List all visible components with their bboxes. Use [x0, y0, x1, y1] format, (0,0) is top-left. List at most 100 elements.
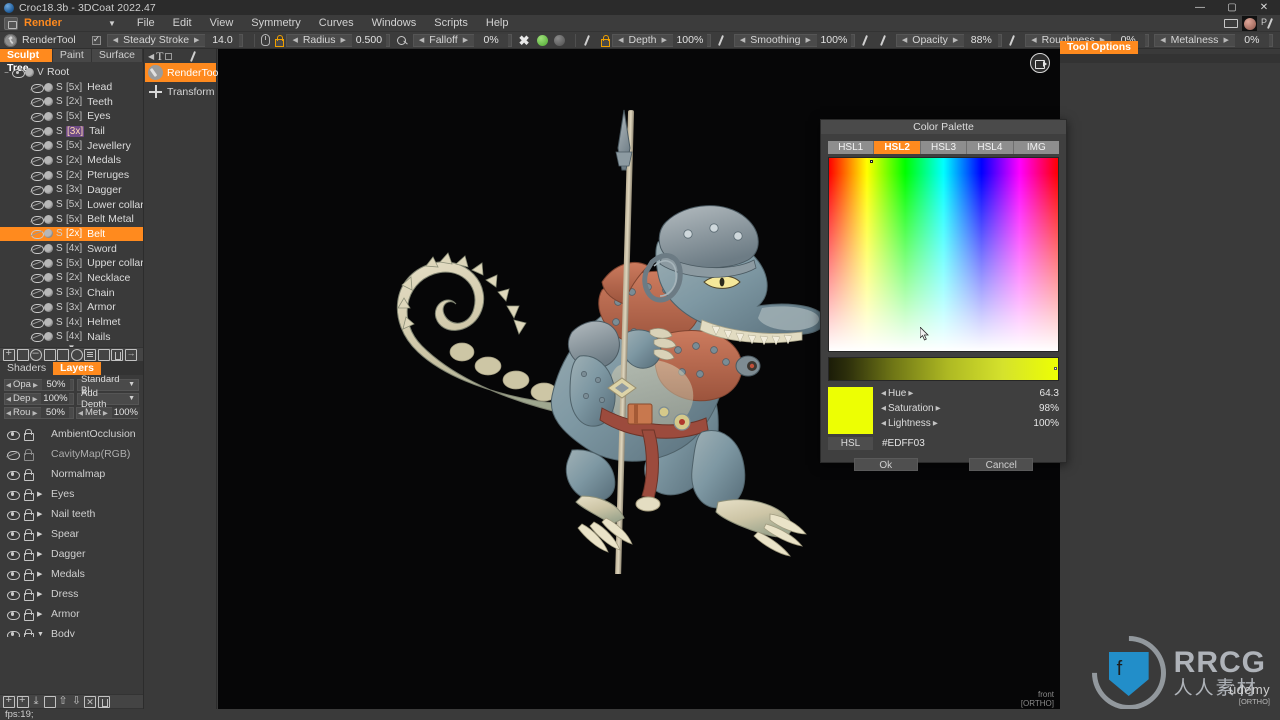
tree-row[interactable]: S [3x] Tail	[0, 124, 143, 139]
lock-icon[interactable]	[23, 449, 32, 460]
chevron-down-icon[interactable]: ▼	[128, 381, 135, 388]
list-item[interactable]: ▶ Medals	[0, 564, 143, 584]
shader-dot-icon[interactable]	[44, 273, 53, 282]
add-folder-icon[interactable]	[17, 696, 29, 708]
tab-hsl3[interactable]: HSL3	[921, 141, 967, 154]
tree-row[interactable]: S [3x] Chain	[0, 285, 143, 300]
shader-dot-icon[interactable]	[44, 229, 53, 238]
list-item[interactable]: ▼ Body	[0, 624, 143, 637]
shader-dot-icon[interactable]	[44, 171, 53, 180]
current-tool-indicator[interactable]: RenderTool	[0, 34, 92, 47]
expand-arrow-icon[interactable]: ▶	[37, 570, 47, 578]
hue-left-arrow-icon[interactable]: ◀	[879, 389, 888, 397]
lock-icon[interactable]	[23, 469, 32, 480]
steady-stroke-checkbox[interactable]	[92, 36, 101, 45]
depth-right-arrow-icon[interactable]: ▶	[31, 395, 38, 403]
visibility-eye-icon[interactable]	[6, 469, 19, 479]
shader-dot-icon[interactable]	[44, 112, 53, 121]
menu-item-windows[interactable]: Windows	[363, 15, 426, 32]
tool-item-rendertool[interactable]: RenderTool	[145, 63, 216, 82]
delete-layer-icon[interactable]	[98, 696, 110, 708]
menu-item-symmetry[interactable]: Symmetry	[242, 15, 310, 32]
expand-arrow-icon[interactable]: ▶	[37, 530, 47, 538]
opacity-right-arrow-icon[interactable]: ▶	[32, 381, 39, 389]
layer-opacity-slider[interactable]: ◀ Opa ▶ 50%	[4, 379, 74, 391]
slider-left-arrow-icon[interactable]: ◀	[111, 36, 120, 44]
info-volume-icon[interactable]	[71, 349, 83, 361]
mode-selector-label[interactable]: Render	[22, 17, 108, 29]
visibility-eye-icon[interactable]	[6, 629, 19, 637]
close-x-icon[interactable]: ✖	[517, 34, 531, 47]
shader-dot-icon[interactable]	[44, 244, 53, 253]
visibility-eye-icon[interactable]	[6, 609, 19, 619]
steady-stroke-slider[interactable]: ◀ Steady Stroke ▶ 14.0	[107, 34, 244, 47]
expand-arrow-icon[interactable]: ▶	[37, 510, 47, 518]
shader-dot-icon[interactable]	[44, 200, 53, 209]
tree-row[interactable]: S [4x] Helmet	[0, 315, 143, 330]
color-field-picker[interactable]	[828, 157, 1059, 352]
chevron-down-icon[interactable]: ▼	[128, 395, 135, 402]
list-item[interactable]: ▶ Dagger	[0, 544, 143, 564]
lock-icon[interactable]	[23, 609, 32, 620]
metalness-left-arrow-icon[interactable]: ◀	[1158, 36, 1167, 44]
shader-dot-icon[interactable]	[44, 303, 53, 312]
roughness-left-arrow-icon[interactable]: ◀	[1029, 36, 1038, 44]
tab-paint[interactable]: Paint	[53, 49, 92, 62]
cancel-button[interactable]: Cancel	[969, 458, 1033, 471]
menu-item-scripts[interactable]: Scripts	[425, 15, 477, 32]
menu-item-curves[interactable]: Curves	[310, 15, 363, 32]
text-tool-icon[interactable]: T	[156, 49, 163, 64]
shader-dot-icon[interactable]	[44, 97, 53, 106]
merge-down-icon[interactable]: ⤓	[30, 696, 42, 708]
pen-pressure-blank-icon[interactable]	[860, 34, 874, 47]
metalness-right-arrow-icon[interactable]: ▶	[102, 409, 109, 417]
radius-slider[interactable]: ◀ Radius ▶ 0.500	[286, 34, 389, 47]
tab-shaders[interactable]: Shaders	[0, 362, 53, 375]
list-item[interactable]: ▶ Spear	[0, 524, 143, 544]
lock-icon[interactable]	[23, 569, 32, 580]
tree-row[interactable]: S [2x] Pteruges	[0, 168, 143, 183]
tab-tool-options[interactable]: Tool Options	[1060, 41, 1138, 54]
duplicate-volume-icon[interactable]	[17, 349, 29, 361]
roughness-left-arrow-icon[interactable]: ◀	[5, 409, 12, 417]
tree-row[interactable]: S [3x] Dagger	[0, 183, 143, 198]
tree-row[interactable]: S [5x] Belt Metal	[0, 212, 143, 227]
panel-layout-icon[interactable]	[1224, 19, 1238, 28]
camera-gizmo-icon[interactable]	[1030, 53, 1050, 73]
roughness-right-arrow-icon[interactable]: ▶	[31, 409, 38, 417]
tab-hsl4[interactable]: HSL4	[967, 141, 1013, 154]
list-item[interactable]: ▶ Eyes	[0, 484, 143, 504]
collapse-icon[interactable]: −	[2, 68, 11, 77]
visibility-eye-icon[interactable]	[6, 509, 19, 519]
hide-volume-icon[interactable]	[44, 349, 56, 361]
visibility-eye-icon[interactable]	[6, 569, 19, 579]
tab-img[interactable]: IMG	[1014, 141, 1059, 154]
lock-icon[interactable]	[23, 589, 32, 600]
smoothing-right-arrow-icon[interactable]: ▶	[804, 36, 813, 44]
tab-sculpt-tree[interactable]: Sculpt Tree	[0, 49, 53, 62]
shader-dot-icon[interactable]	[44, 318, 53, 327]
lightness-right-arrow-icon[interactable]: ▶	[931, 419, 940, 427]
menu-item-view[interactable]: View	[201, 15, 243, 32]
clear-layer-icon[interactable]: ✕	[84, 696, 96, 708]
shader-dot-icon[interactable]	[44, 215, 53, 224]
radius-left-arrow-icon[interactable]: ◀	[290, 36, 299, 44]
list-item[interactable]: Normalmap	[0, 464, 143, 484]
paint-brush-icon[interactable]: P	[1261, 17, 1276, 30]
remove-volume-icon[interactable]	[30, 349, 42, 361]
falloff-slider[interactable]: ◀ Falloff ▶ 0%	[413, 34, 512, 47]
hex-value[interactable]: #EDFF03	[882, 438, 925, 449]
pen-pressure-depth-icon[interactable]	[582, 34, 596, 47]
magnifier-icon[interactable]	[395, 34, 409, 47]
shader-dot-icon[interactable]	[25, 68, 34, 77]
tree-row[interactable]: S [2x] Teeth	[0, 94, 143, 109]
metalness-slider[interactable]: ◀ Metalness ▶ 0%	[1154, 34, 1273, 47]
pen-pressure-smoothing-icon[interactable]	[716, 34, 730, 47]
chevron-down-icon[interactable]: ▼	[108, 19, 116, 28]
menu-item-help[interactable]: Help	[477, 15, 518, 32]
text-box-icon[interactable]	[165, 53, 172, 60]
smoothing-left-arrow-icon[interactable]: ◀	[738, 36, 747, 44]
list-item[interactable]: ▶ Armor	[0, 604, 143, 624]
tree-row[interactable]: S [2x] Medals	[0, 153, 143, 168]
saturation-right-arrow-icon[interactable]: ▶	[934, 404, 943, 412]
